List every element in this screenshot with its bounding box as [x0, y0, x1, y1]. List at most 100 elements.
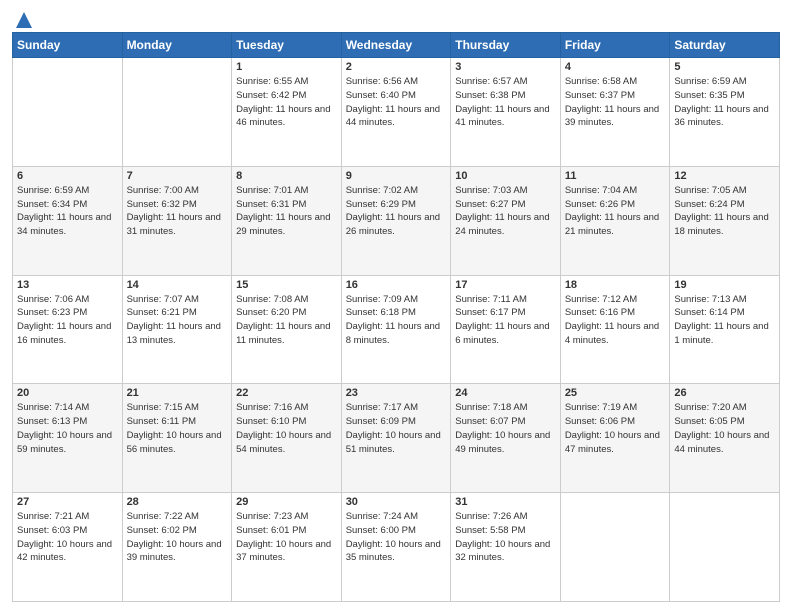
day-number: 3 — [455, 61, 556, 73]
day-number: 11 — [565, 170, 666, 182]
day-info: Sunrise: 7:13 AM Sunset: 6:14 PM Dayligh… — [674, 293, 775, 348]
day-info: Sunrise: 7:21 AM Sunset: 6:03 PM Dayligh… — [17, 510, 118, 565]
day-number: 27 — [17, 496, 118, 508]
calendar-week-1: 6 Sunrise: 6:59 AM Sunset: 6:34 PM Daylig… — [13, 166, 780, 275]
day-number: 5 — [674, 61, 775, 73]
day-info: Sunrise: 7:11 AM Sunset: 6:17 PM Dayligh… — [455, 293, 556, 348]
weekday-header-saturday: Saturday — [670, 33, 780, 58]
calendar-cell-0-1 — [122, 58, 232, 167]
day-info: Sunrise: 7:09 AM Sunset: 6:18 PM Dayligh… — [346, 293, 447, 348]
logo-text — [12, 10, 34, 30]
day-info: Sunrise: 7:17 AM Sunset: 6:09 PM Dayligh… — [346, 401, 447, 456]
logo-icon — [14, 10, 34, 30]
calendar-cell-4-3: 30 Sunrise: 7:24 AM Sunset: 6:00 PM Dayli… — [341, 493, 451, 602]
weekday-header-tuesday: Tuesday — [232, 33, 342, 58]
calendar-cell-1-3: 9 Sunrise: 7:02 AM Sunset: 6:29 PM Daylig… — [341, 166, 451, 275]
day-number: 16 — [346, 279, 447, 291]
day-info: Sunrise: 7:02 AM Sunset: 6:29 PM Dayligh… — [346, 184, 447, 239]
day-info: Sunrise: 7:24 AM Sunset: 6:00 PM Dayligh… — [346, 510, 447, 565]
day-number: 25 — [565, 387, 666, 399]
day-number: 15 — [236, 279, 337, 291]
day-number: 6 — [17, 170, 118, 182]
calendar-cell-4-2: 29 Sunrise: 7:23 AM Sunset: 6:01 PM Dayli… — [232, 493, 342, 602]
calendar-cell-2-5: 18Sunrise: 7:12 AM Sunset: 6:16 PM Dayli… — [560, 275, 670, 384]
calendar-cell-1-5: 11 Sunrise: 7:04 AM Sunset: 6:26 PM Dayli… — [560, 166, 670, 275]
day-info: Sunrise: 7:03 AM Sunset: 6:27 PM Dayligh… — [455, 184, 556, 239]
day-number: 4 — [565, 61, 666, 73]
calendar-cell-2-1: 14 Sunrise: 7:07 AM Sunset: 6:21 PM Dayli… — [122, 275, 232, 384]
calendar-body: 1Sunrise: 6:55 AM Sunset: 6:42 PM Daylig… — [13, 58, 780, 602]
day-info: Sunrise: 6:57 AM Sunset: 6:38 PM Dayligh… — [455, 75, 556, 130]
day-info: Sunrise: 7:07 AM Sunset: 6:21 PM Dayligh… — [127, 293, 228, 348]
day-info: Sunrise: 7:01 AM Sunset: 6:31 PM Dayligh… — [236, 184, 337, 239]
day-number: 20 — [17, 387, 118, 399]
day-info: Sunrise: 7:18 AM Sunset: 6:07 PM Dayligh… — [455, 401, 556, 456]
day-info: Sunrise: 7:22 AM Sunset: 6:02 PM Dayligh… — [127, 510, 228, 565]
calendar-cell-3-4: 24 Sunrise: 7:18 AM Sunset: 6:07 PM Dayli… — [451, 384, 561, 493]
weekday-header-thursday: Thursday — [451, 33, 561, 58]
calendar-cell-4-4: 31Sunrise: 7:26 AM Sunset: 5:58 PM Dayli… — [451, 493, 561, 602]
day-number: 10 — [455, 170, 556, 182]
calendar-cell-1-6: 12 Sunrise: 7:05 AM Sunset: 6:24 PM Dayli… — [670, 166, 780, 275]
day-number: 28 — [127, 496, 228, 508]
weekday-header-sunday: Sunday — [13, 33, 123, 58]
day-info: Sunrise: 7:14 AM Sunset: 6:13 PM Dayligh… — [17, 401, 118, 456]
day-info: Sunrise: 7:16 AM Sunset: 6:10 PM Dayligh… — [236, 401, 337, 456]
day-number: 21 — [127, 387, 228, 399]
calendar-cell-0-5: 4 Sunrise: 6:58 AM Sunset: 6:37 PM Daylig… — [560, 58, 670, 167]
day-number: 14 — [127, 279, 228, 291]
logo — [12, 10, 34, 26]
day-number: 7 — [127, 170, 228, 182]
calendar-cell-0-2: 1Sunrise: 6:55 AM Sunset: 6:42 PM Daylig… — [232, 58, 342, 167]
calendar-cell-2-0: 13Sunrise: 7:06 AM Sunset: 6:23 PM Dayli… — [13, 275, 123, 384]
calendar-cell-4-5 — [560, 493, 670, 602]
day-info: Sunrise: 7:04 AM Sunset: 6:26 PM Dayligh… — [565, 184, 666, 239]
day-info: Sunrise: 6:58 AM Sunset: 6:37 PM Dayligh… — [565, 75, 666, 130]
day-number: 30 — [346, 496, 447, 508]
day-number: 19 — [674, 279, 775, 291]
day-number: 29 — [236, 496, 337, 508]
calendar-table: SundayMondayTuesdayWednesdayThursdayFrid… — [12, 32, 780, 602]
calendar-cell-2-3: 16 Sunrise: 7:09 AM Sunset: 6:18 PM Dayli… — [341, 275, 451, 384]
day-info: Sunrise: 7:19 AM Sunset: 6:06 PM Dayligh… — [565, 401, 666, 456]
calendar-cell-1-4: 10 Sunrise: 7:03 AM Sunset: 6:27 PM Dayli… — [451, 166, 561, 275]
day-info: Sunrise: 7:23 AM Sunset: 6:01 PM Dayligh… — [236, 510, 337, 565]
day-info: Sunrise: 7:20 AM Sunset: 6:05 PM Dayligh… — [674, 401, 775, 456]
calendar-cell-0-6: 5Sunrise: 6:59 AM Sunset: 6:35 PM Daylig… — [670, 58, 780, 167]
calendar-cell-3-1: 21 Sunrise: 7:15 AM Sunset: 6:11 PM Dayli… — [122, 384, 232, 493]
day-number: 23 — [346, 387, 447, 399]
calendar-week-4: 27 Sunrise: 7:21 AM Sunset: 6:03 PM Dayli… — [13, 493, 780, 602]
calendar-cell-3-0: 20 Sunrise: 7:14 AM Sunset: 6:13 PM Dayli… — [13, 384, 123, 493]
day-number: 1 — [236, 61, 337, 73]
calendar-cell-2-4: 17 Sunrise: 7:11 AM Sunset: 6:17 PM Dayli… — [451, 275, 561, 384]
day-number: 2 — [346, 61, 447, 73]
day-number: 9 — [346, 170, 447, 182]
day-number: 17 — [455, 279, 556, 291]
day-info: Sunrise: 7:06 AM Sunset: 6:23 PM Dayligh… — [17, 293, 118, 348]
day-info: Sunrise: 6:59 AM Sunset: 6:34 PM Dayligh… — [17, 184, 118, 239]
day-number: 22 — [236, 387, 337, 399]
calendar-cell-3-5: 25 Sunrise: 7:19 AM Sunset: 6:06 PM Dayli… — [560, 384, 670, 493]
day-info: Sunrise: 7:00 AM Sunset: 6:32 PM Dayligh… — [127, 184, 228, 239]
calendar-cell-1-0: 6 Sunrise: 6:59 AM Sunset: 6:34 PM Daylig… — [13, 166, 123, 275]
day-info: Sunrise: 7:12 AM Sunset: 6:16 PM Dayligh… — [565, 293, 666, 348]
calendar-week-0: 1Sunrise: 6:55 AM Sunset: 6:42 PM Daylig… — [13, 58, 780, 167]
day-number: 26 — [674, 387, 775, 399]
day-number: 24 — [455, 387, 556, 399]
calendar-cell-0-0 — [13, 58, 123, 167]
header — [12, 10, 780, 26]
calendar-cell-2-2: 15Sunrise: 7:08 AM Sunset: 6:20 PM Dayli… — [232, 275, 342, 384]
calendar-week-3: 20 Sunrise: 7:14 AM Sunset: 6:13 PM Dayli… — [13, 384, 780, 493]
calendar-cell-1-1: 7 Sunrise: 7:00 AM Sunset: 6:32 PM Daylig… — [122, 166, 232, 275]
calendar-cell-4-1: 28 Sunrise: 7:22 AM Sunset: 6:02 PM Dayli… — [122, 493, 232, 602]
page: SundayMondayTuesdayWednesdayThursdayFrid… — [0, 0, 792, 612]
day-info: Sunrise: 7:15 AM Sunset: 6:11 PM Dayligh… — [127, 401, 228, 456]
day-info: Sunrise: 7:26 AM Sunset: 5:58 PM Dayligh… — [455, 510, 556, 565]
weekday-header-friday: Friday — [560, 33, 670, 58]
calendar-cell-4-0: 27 Sunrise: 7:21 AM Sunset: 6:03 PM Dayli… — [13, 493, 123, 602]
calendar-cell-3-3: 23 Sunrise: 7:17 AM Sunset: 6:09 PM Dayli… — [341, 384, 451, 493]
day-number: 12 — [674, 170, 775, 182]
calendar-week-2: 13Sunrise: 7:06 AM Sunset: 6:23 PM Dayli… — [13, 275, 780, 384]
day-info: Sunrise: 7:05 AM Sunset: 6:24 PM Dayligh… — [674, 184, 775, 239]
day-number: 8 — [236, 170, 337, 182]
